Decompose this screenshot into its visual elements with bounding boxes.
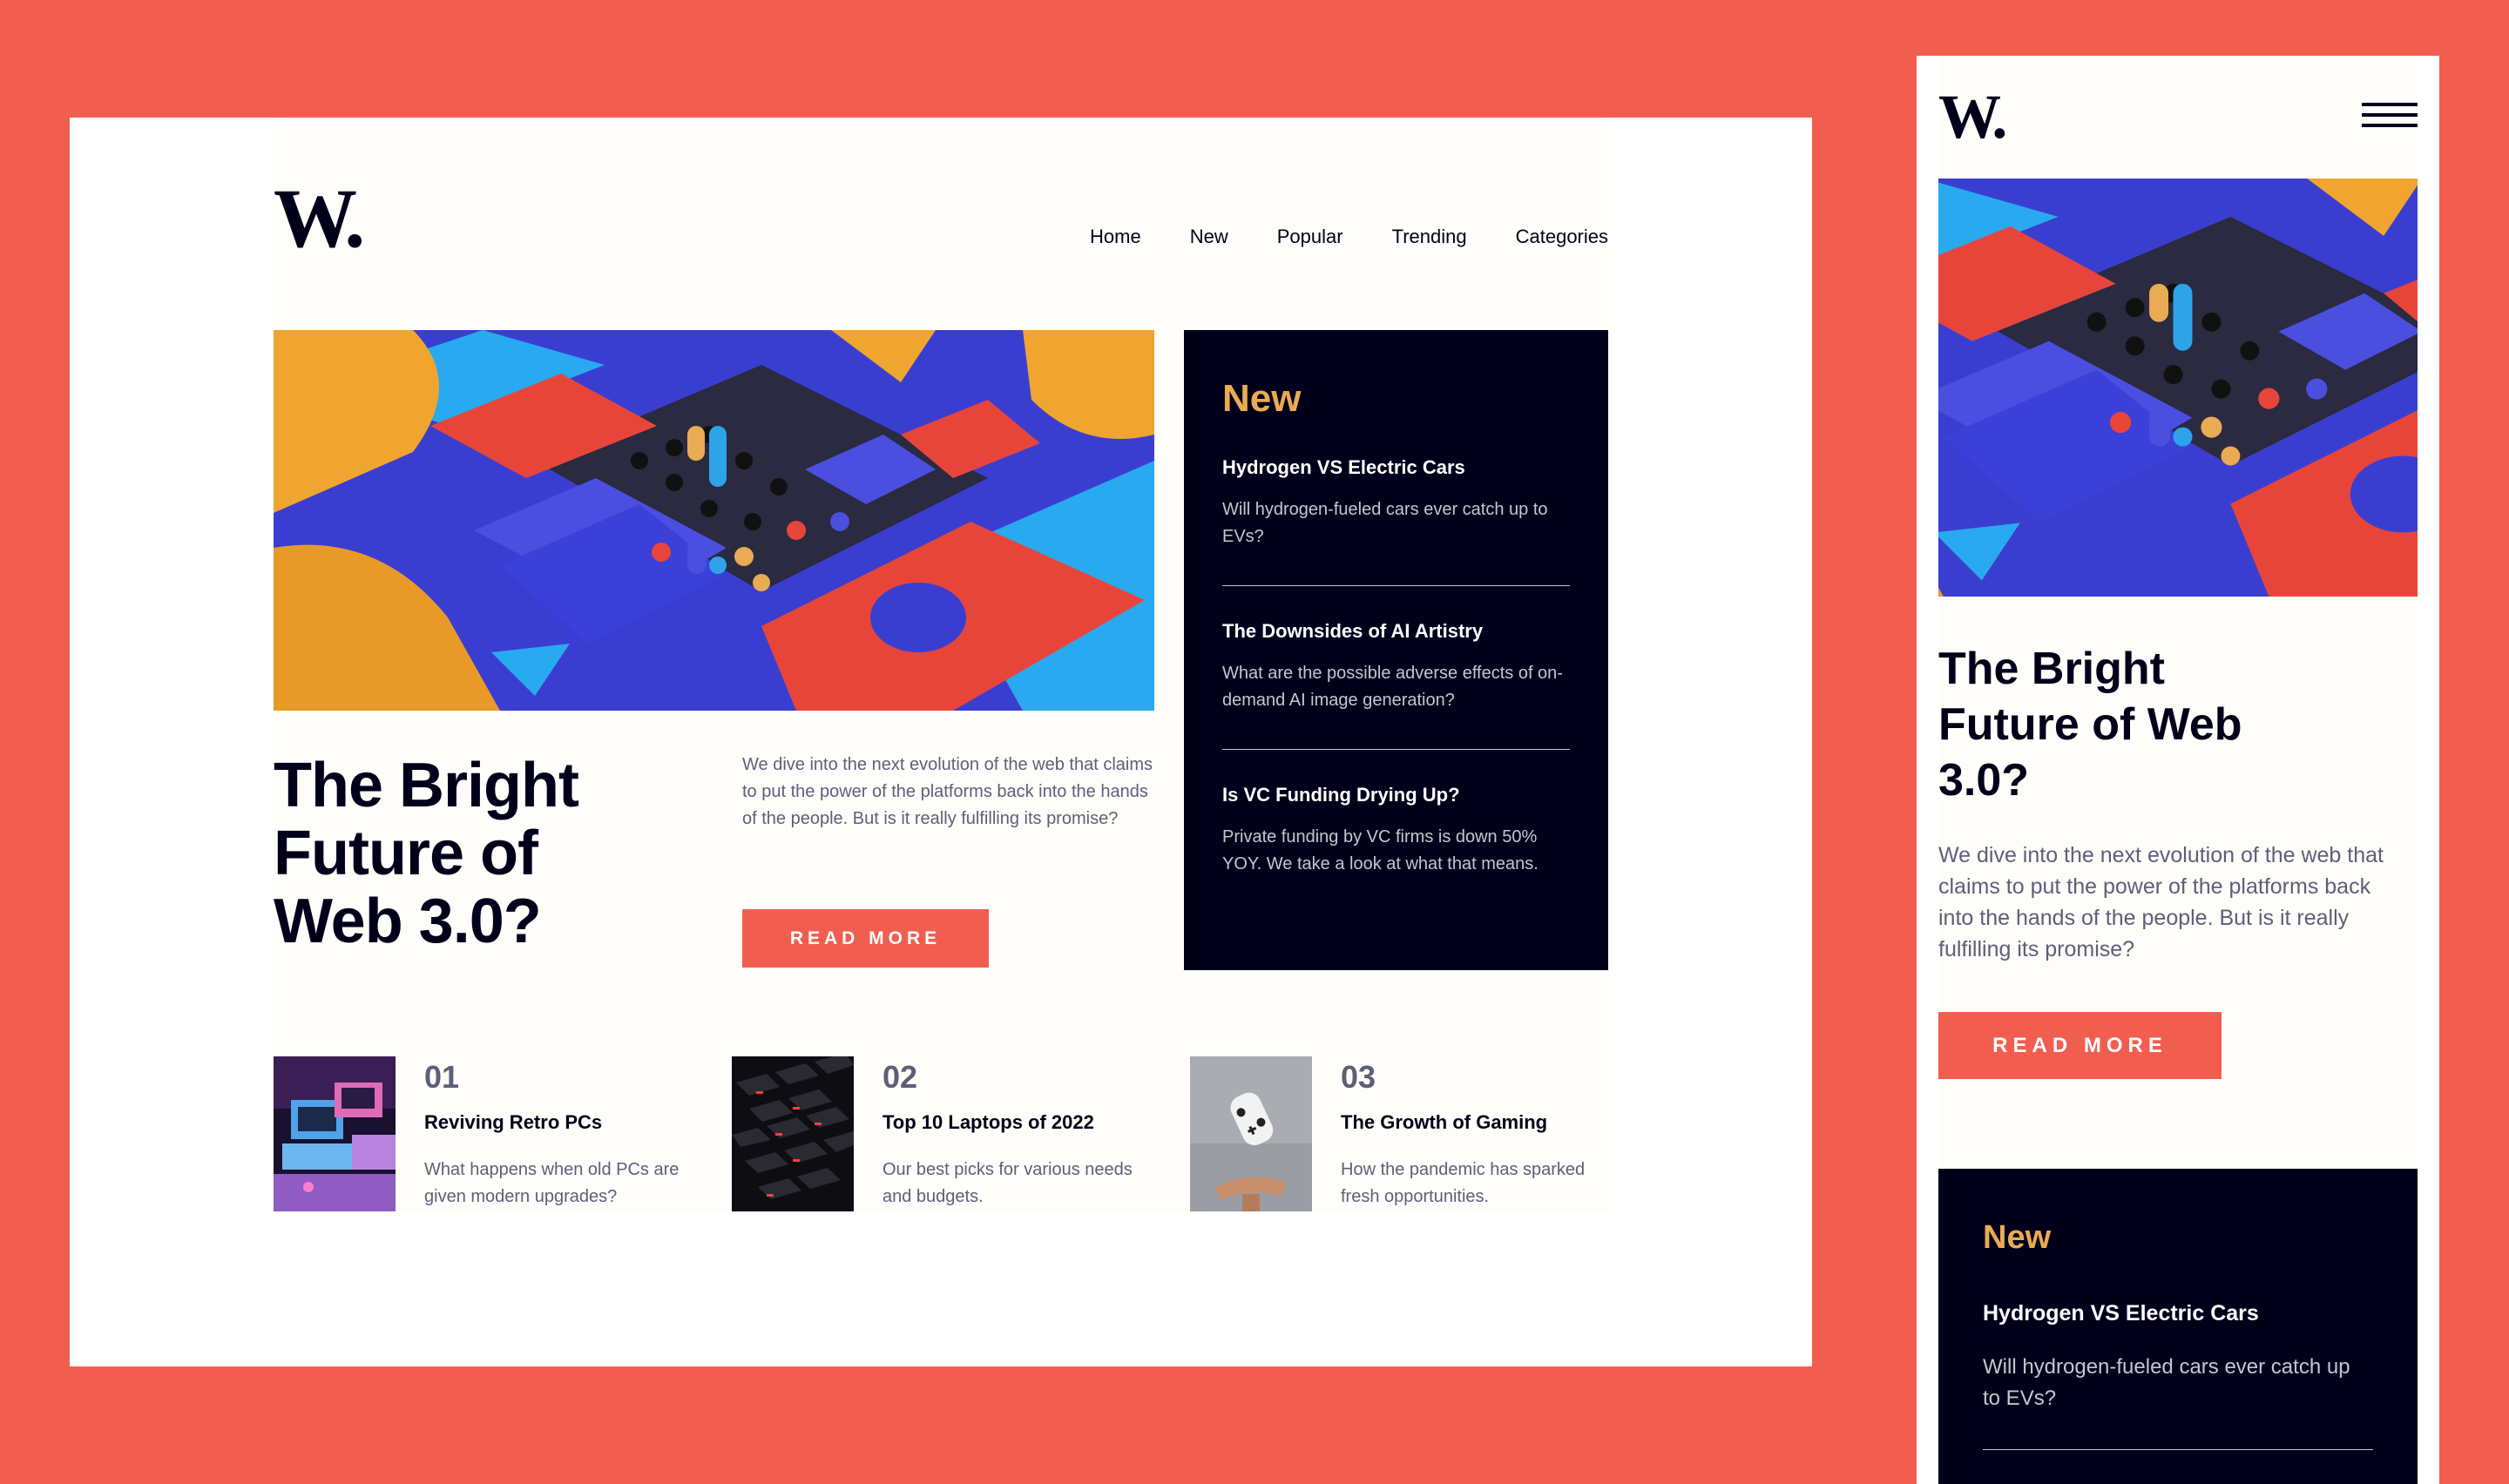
- article-title[interactable]: The Growth of Gaming: [1341, 1110, 1547, 1135]
- read-more-button[interactable]: READ MORE: [742, 909, 989, 968]
- divider: [1222, 585, 1570, 586]
- new-heading: New: [1983, 1219, 2052, 1256]
- article-title[interactable]: Top 10 Laptops of 2022: [883, 1110, 1094, 1135]
- article-card[interactable]: 02 Top 10 Laptops of 2022 Our best picks…: [732, 1056, 1150, 1211]
- article-card[interactable]: 01 Reviving Retro PCs What happens when …: [274, 1056, 692, 1211]
- new-item-text: Private funding by VC firms is down 50% …: [1222, 827, 1539, 874]
- desktop-page: W. Home New Popular Trending Categories …: [274, 118, 1608, 1212]
- new-heading: New: [1222, 377, 1302, 420]
- article-card[interactable]: 03 The Growth of Gaming How the pandemic…: [1190, 1056, 1608, 1211]
- article-number: 03: [1341, 1059, 1376, 1095]
- new-item[interactable]: The Downsides of AI Artistry What are th…: [1222, 619, 1570, 714]
- new-item[interactable]: Is VC Funding Drying Up? Private funding…: [1222, 783, 1570, 878]
- mobile-page: W. The Bright Future of Web 3.0? We dive…: [1938, 56, 2418, 1484]
- article-description: Our best picks for various needs and bud…: [883, 1160, 1133, 1206]
- hero-description: We dive into the next evolution of the w…: [742, 755, 1153, 828]
- hero-title: The Bright Future of Web 3.0?: [1938, 644, 2242, 806]
- article-title[interactable]: Reviving Retro PCs: [424, 1110, 602, 1135]
- desktop-mockup: W. Home New Popular Trending Categories …: [70, 118, 1812, 1366]
- new-item[interactable]: Hydrogen VS Electric Cars Will hydrogen-…: [1222, 455, 1570, 550]
- hero-image: [274, 330, 1154, 711]
- article-description: What happens when old PCs are given mode…: [424, 1160, 680, 1206]
- laptop-keyboard-image[interactable]: [732, 1056, 854, 1211]
- nav-new[interactable]: New: [1190, 226, 1228, 248]
- nav-trending[interactable]: Trending: [1392, 226, 1467, 248]
- article-description: How the pandemic has sparked fresh oppor…: [1341, 1160, 1586, 1206]
- new-item[interactable]: Hydrogen VS Electric Cars Will hydrogen-…: [1983, 1299, 2373, 1414]
- new-section: New Hydrogen VS Electric Cars Will hydro…: [1938, 1169, 2418, 1484]
- new-section: New Hydrogen VS Electric Cars Will hydro…: [1184, 330, 1608, 970]
- new-item-title[interactable]: Hydrogen VS Electric Cars: [1222, 455, 1570, 480]
- game-controller-image[interactable]: [1190, 1056, 1312, 1211]
- new-item-title[interactable]: The Downsides of AI Artistry: [1222, 619, 1570, 644]
- logo[interactable]: W.: [1938, 85, 2007, 148]
- main-nav: Home New Popular Trending Categories: [1090, 226, 1608, 248]
- divider: [1222, 749, 1570, 750]
- nav-categories[interactable]: Categories: [1516, 226, 1608, 248]
- divider: [1983, 1449, 2373, 1450]
- nav-popular[interactable]: Popular: [1277, 226, 1343, 248]
- new-item-text: Will hydrogen-fueled cars ever catch up …: [1983, 1355, 2350, 1410]
- article-number: 02: [883, 1059, 918, 1095]
- retro-pc-image[interactable]: [274, 1056, 396, 1211]
- new-item-text: Will hydrogen-fueled cars ever catch up …: [1222, 500, 1548, 546]
- hero-image: [1938, 179, 2418, 597]
- logo[interactable]: W.: [274, 177, 365, 260]
- mobile-mockup: W. The Bright Future of Web 3.0? We dive…: [1917, 56, 2439, 1484]
- hero-title: The Bright Future of Web 3.0?: [274, 751, 579, 956]
- new-item-title[interactable]: Hydrogen VS Electric Cars: [1983, 1299, 2373, 1327]
- hero-description: We dive into the next evolution of the w…: [1938, 843, 2384, 961]
- nav-home[interactable]: Home: [1090, 226, 1141, 248]
- read-more-button[interactable]: READ MORE: [1938, 1012, 2222, 1079]
- new-item-title[interactable]: Is VC Funding Drying Up?: [1222, 783, 1570, 807]
- new-item-text: What are the possible adverse effects of…: [1222, 664, 1563, 710]
- article-number: 01: [424, 1059, 460, 1095]
- hamburger-menu-icon[interactable]: [2362, 103, 2418, 129]
